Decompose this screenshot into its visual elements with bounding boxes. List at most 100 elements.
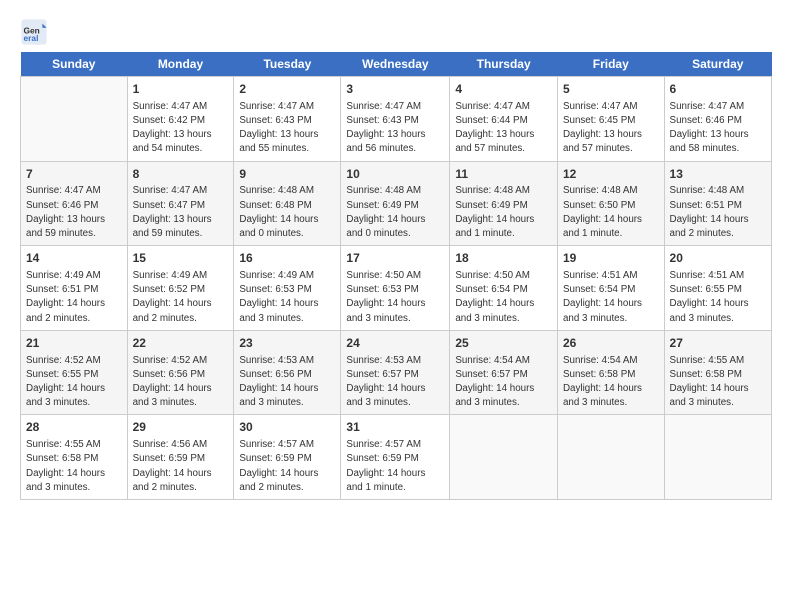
logo-icon: Gen eral (20, 18, 48, 46)
calendar-cell: 24 Sunrise: 4:53 AM Sunset: 6:57 PM Dayli… (341, 330, 450, 415)
day-info: Sunrise: 4:47 AM Sunset: 6:45 PM Dayligh… (563, 100, 659, 157)
day-info: Sunrise: 4:51 AM Sunset: 6:55 PM Dayligh… (670, 269, 766, 326)
calendar-cell: 29 Sunrise: 4:56 AM Sunset: 6:59 PM Dayli… (127, 415, 234, 500)
calendar-cell: 26 Sunrise: 4:54 AM Sunset: 6:58 PM Dayli… (557, 330, 664, 415)
calendar-week-1: 1 Sunrise: 4:47 AM Sunset: 6:42 PM Daylig… (21, 77, 772, 162)
day-number: 14 (26, 250, 122, 267)
calendar-cell: 30 Sunrise: 4:57 AM Sunset: 6:59 PM Dayli… (234, 415, 341, 500)
day-number: 10 (346, 166, 444, 183)
calendar-cell: 27 Sunrise: 4:55 AM Sunset: 6:58 PM Dayli… (664, 330, 771, 415)
calendar-cell (450, 415, 558, 500)
day-number: 27 (670, 335, 766, 352)
day-info: Sunrise: 4:48 AM Sunset: 6:51 PM Dayligh… (670, 184, 766, 241)
calendar-cell: 6 Sunrise: 4:47 AM Sunset: 6:46 PM Daylig… (664, 77, 771, 162)
day-number: 5 (563, 81, 659, 98)
day-number: 1 (133, 81, 229, 98)
day-info: Sunrise: 4:47 AM Sunset: 6:47 PM Dayligh… (133, 184, 229, 241)
day-info: Sunrise: 4:57 AM Sunset: 6:59 PM Dayligh… (346, 438, 444, 495)
day-number: 4 (455, 81, 552, 98)
day-info: Sunrise: 4:55 AM Sunset: 6:58 PM Dayligh… (26, 438, 122, 495)
day-info: Sunrise: 4:47 AM Sunset: 6:42 PM Dayligh… (133, 100, 229, 157)
calendar-cell: 28 Sunrise: 4:55 AM Sunset: 6:58 PM Dayli… (21, 415, 128, 500)
calendar-cell: 7Sunrise: 4:47 AM Sunset: 6:46 PM Daylig… (21, 161, 128, 246)
logo: Gen eral (20, 18, 52, 46)
day-info: Sunrise: 4:47 AM Sunset: 6:43 PM Dayligh… (239, 100, 335, 157)
calendar-cell: 14 Sunrise: 4:49 AM Sunset: 6:51 PM Dayli… (21, 246, 128, 331)
day-number: 11 (455, 166, 552, 183)
calendar-cell: 1 Sunrise: 4:47 AM Sunset: 6:42 PM Daylig… (127, 77, 234, 162)
calendar-header-row: SundayMondayTuesdayWednesdayThursdayFrid… (21, 52, 772, 77)
day-info: Sunrise: 4:48 AM Sunset: 6:48 PM Dayligh… (239, 184, 335, 241)
calendar-table: SundayMondayTuesdayWednesdayThursdayFrid… (20, 52, 772, 500)
day-info: Sunrise: 4:54 AM Sunset: 6:58 PM Dayligh… (563, 354, 659, 411)
day-info: Sunrise: 4:49 AM Sunset: 6:53 PM Dayligh… (239, 269, 335, 326)
day-info: Sunrise: 4:49 AM Sunset: 6:52 PM Dayligh… (133, 269, 229, 326)
page-container: Gen eral SundayMondayTuesdayWednesdayThu… (0, 0, 792, 510)
day-number: 30 (239, 419, 335, 436)
day-info: Sunrise: 4:47 AM Sunset: 6:43 PM Dayligh… (346, 100, 444, 157)
calendar-cell: 23 Sunrise: 4:53 AM Sunset: 6:56 PM Dayli… (234, 330, 341, 415)
calendar-cell (557, 415, 664, 500)
day-info: Sunrise: 4:48 AM Sunset: 6:49 PM Dayligh… (346, 184, 444, 241)
day-number: 29 (133, 419, 229, 436)
col-header-monday: Monday (127, 52, 234, 77)
day-info: Sunrise: 4:56 AM Sunset: 6:59 PM Dayligh… (133, 438, 229, 495)
day-number: 19 (563, 250, 659, 267)
calendar-cell: 9Sunrise: 4:48 AM Sunset: 6:48 PM Daylig… (234, 161, 341, 246)
day-info: Sunrise: 4:57 AM Sunset: 6:59 PM Dayligh… (239, 438, 335, 495)
header-row: Gen eral (20, 18, 772, 46)
col-header-thursday: Thursday (450, 52, 558, 77)
day-info: Sunrise: 4:51 AM Sunset: 6:54 PM Dayligh… (563, 269, 659, 326)
col-header-wednesday: Wednesday (341, 52, 450, 77)
calendar-cell (664, 415, 771, 500)
day-number: 23 (239, 335, 335, 352)
calendar-week-3: 14 Sunrise: 4:49 AM Sunset: 6:51 PM Dayli… (21, 246, 772, 331)
day-number: 15 (133, 250, 229, 267)
calendar-week-4: 21 Sunrise: 4:52 AM Sunset: 6:55 PM Dayli… (21, 330, 772, 415)
col-header-tuesday: Tuesday (234, 52, 341, 77)
calendar-cell: 11Sunrise: 4:48 AM Sunset: 6:49 PM Dayli… (450, 161, 558, 246)
calendar-cell: 31Sunrise: 4:57 AM Sunset: 6:59 PM Dayli… (341, 415, 450, 500)
day-info: Sunrise: 4:47 AM Sunset: 6:46 PM Dayligh… (670, 100, 766, 157)
day-info: Sunrise: 4:53 AM Sunset: 6:57 PM Dayligh… (346, 354, 444, 411)
day-number: 17 (346, 250, 444, 267)
day-number: 24 (346, 335, 444, 352)
calendar-cell: 16 Sunrise: 4:49 AM Sunset: 6:53 PM Dayli… (234, 246, 341, 331)
day-info: Sunrise: 4:50 AM Sunset: 6:54 PM Dayligh… (455, 269, 552, 326)
day-info: Sunrise: 4:55 AM Sunset: 6:58 PM Dayligh… (670, 354, 766, 411)
calendar-week-2: 7Sunrise: 4:47 AM Sunset: 6:46 PM Daylig… (21, 161, 772, 246)
day-number: 13 (670, 166, 766, 183)
calendar-cell: 15 Sunrise: 4:49 AM Sunset: 6:52 PM Dayli… (127, 246, 234, 331)
calendar-cell: 3 Sunrise: 4:47 AM Sunset: 6:43 PM Daylig… (341, 77, 450, 162)
day-number: 9 (239, 166, 335, 183)
calendar-cell: 21 Sunrise: 4:52 AM Sunset: 6:55 PM Dayli… (21, 330, 128, 415)
day-info: Sunrise: 4:48 AM Sunset: 6:50 PM Dayligh… (563, 184, 659, 241)
calendar-cell: 2Sunrise: 4:47 AM Sunset: 6:43 PM Daylig… (234, 77, 341, 162)
day-number: 26 (563, 335, 659, 352)
day-info: Sunrise: 4:48 AM Sunset: 6:49 PM Dayligh… (455, 184, 552, 241)
calendar-cell: 17 Sunrise: 4:50 AM Sunset: 6:53 PM Dayli… (341, 246, 450, 331)
day-number: 18 (455, 250, 552, 267)
day-number: 8 (133, 166, 229, 183)
day-number: 25 (455, 335, 552, 352)
day-number: 6 (670, 81, 766, 98)
day-info: Sunrise: 4:50 AM Sunset: 6:53 PM Dayligh… (346, 269, 444, 326)
calendar-cell: 19 Sunrise: 4:51 AM Sunset: 6:54 PM Dayli… (557, 246, 664, 331)
calendar-cell: 25Sunrise: 4:54 AM Sunset: 6:57 PM Dayli… (450, 330, 558, 415)
day-number: 21 (26, 335, 122, 352)
day-info: Sunrise: 4:53 AM Sunset: 6:56 PM Dayligh… (239, 354, 335, 411)
day-number: 28 (26, 419, 122, 436)
day-info: Sunrise: 4:52 AM Sunset: 6:56 PM Dayligh… (133, 354, 229, 411)
calendar-cell: 4Sunrise: 4:47 AM Sunset: 6:44 PM Daylig… (450, 77, 558, 162)
calendar-cell: 10Sunrise: 4:48 AM Sunset: 6:49 PM Dayli… (341, 161, 450, 246)
day-number: 16 (239, 250, 335, 267)
col-header-sunday: Sunday (21, 52, 128, 77)
day-number: 3 (346, 81, 444, 98)
day-number: 12 (563, 166, 659, 183)
calendar-cell: 12Sunrise: 4:48 AM Sunset: 6:50 PM Dayli… (557, 161, 664, 246)
day-info: Sunrise: 4:49 AM Sunset: 6:51 PM Dayligh… (26, 269, 122, 326)
calendar-cell: 18 Sunrise: 4:50 AM Sunset: 6:54 PM Dayli… (450, 246, 558, 331)
calendar-cell: 20Sunrise: 4:51 AM Sunset: 6:55 PM Dayli… (664, 246, 771, 331)
day-info: Sunrise: 4:47 AM Sunset: 6:46 PM Dayligh… (26, 184, 122, 241)
day-info: Sunrise: 4:52 AM Sunset: 6:55 PM Dayligh… (26, 354, 122, 411)
